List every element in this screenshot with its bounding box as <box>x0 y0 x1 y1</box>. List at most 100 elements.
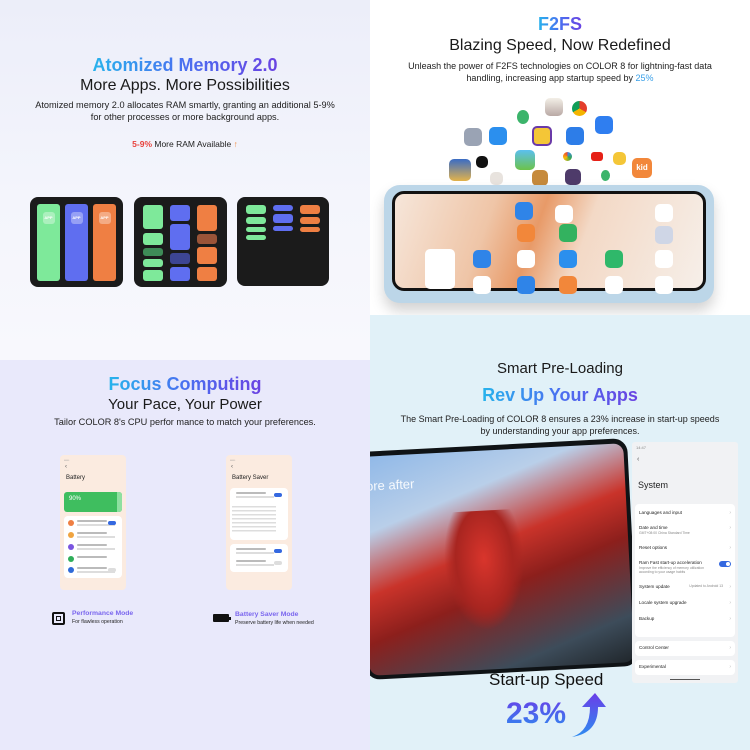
settings-item-locale-upgrade[interactable]: Locale system upgrade › <box>639 600 731 606</box>
app-icon-green-2 <box>601 170 610 181</box>
memory-title: Atomized Memory 2.0 <box>92 55 278 75</box>
memory-block <box>170 253 190 264</box>
f2fs-pct: 25% <box>635 73 654 83</box>
ram-available-note: 5-9% More RAM Available ↑ <box>132 139 238 149</box>
email-icon <box>566 127 584 145</box>
memory-block <box>170 205 190 221</box>
memory-block <box>246 205 266 214</box>
chevron-right-icon: › <box>729 525 731 531</box>
kid-icon: kid <box>632 158 652 178</box>
before-after-overlay: ore after <box>370 476 415 494</box>
arrow-up-icon <box>572 693 606 737</box>
memory-block <box>170 224 190 250</box>
back-icon[interactable]: ‹ <box>637 456 639 463</box>
memory-panel: Atomized Memory 2.0 More Apps. More Poss… <box>0 0 370 360</box>
clock-icon <box>473 276 491 294</box>
settings-item-control-center[interactable]: Control Center › <box>639 645 731 651</box>
f2fs-title: F2FS <box>537 14 582 34</box>
settings-item-languages[interactable]: Languages and input › <box>639 510 731 516</box>
chevron-right-icon: › <box>729 584 731 590</box>
memory-block <box>300 205 320 214</box>
settings-item-backup[interactable]: Backup › <box>639 616 731 622</box>
app-icon: APP <box>98 212 111 224</box>
app-icon-anime-small <box>490 172 503 185</box>
memory-block <box>197 205 217 231</box>
settings-title: System <box>638 480 669 490</box>
chevron-right-icon: › <box>729 616 731 622</box>
toggle[interactable] <box>108 521 116 525</box>
battery-title: Battery <box>66 475 86 481</box>
kid-icon <box>517 224 535 242</box>
app-icon-shield <box>595 116 613 134</box>
toggle[interactable] <box>274 493 282 497</box>
memory-block <box>197 234 217 244</box>
toggle[interactable] <box>274 549 282 553</box>
settings-row[interactable] <box>68 566 118 575</box>
preload-title: Smart Pre-Loading <box>497 360 623 377</box>
app-icon <box>555 205 573 223</box>
phone-game-screen: ore after <box>370 438 639 680</box>
memory-block <box>273 214 293 223</box>
chip-icon <box>52 612 65 625</box>
app-icon-green <box>517 110 529 124</box>
memory-block <box>300 217 320 224</box>
toggle[interactable] <box>274 561 282 565</box>
battery-screen: ••••• ‹ Battery 90% <box>60 455 126 590</box>
focus-title: Focus Computing <box>108 374 262 394</box>
focus-body: Tailor COLOR 8's CPU perfor mance to mat… <box>54 417 316 427</box>
chevron-right-icon: › <box>729 664 731 670</box>
widget <box>425 249 455 289</box>
settings-row[interactable] <box>68 531 118 540</box>
app-icon-game <box>532 126 552 146</box>
settings-item-experimental[interactable]: Experimental › <box>639 664 731 670</box>
memory-block <box>143 259 163 267</box>
app-icon <box>517 250 535 268</box>
settings-row[interactable] <box>68 555 118 564</box>
settings-row[interactable] <box>68 543 118 552</box>
settings-row[interactable] <box>234 547 284 556</box>
app-icon-game-3 <box>565 169 581 185</box>
back-icon[interactable]: ‹ <box>65 464 67 470</box>
weather-icon <box>489 127 507 145</box>
back-icon[interactable]: ‹ <box>231 464 233 470</box>
performance-mode-label: Performance Mode <box>72 610 134 617</box>
preload-panel: Smart Pre-Loading Rev Up Your Apps The S… <box>370 315 750 750</box>
settings-row[interactable] <box>234 491 284 500</box>
phone-icon <box>655 276 673 294</box>
phone-home-screen <box>384 185 714 303</box>
app-icon-yellow <box>613 152 626 165</box>
ram-pct: 5-9% <box>132 139 152 149</box>
ram-fast-toggle[interactable] <box>719 561 731 567</box>
app-icon-game-2 <box>532 170 548 186</box>
settings-item-ram-fast[interactable]: Ram Fast start-up acceleration Improve th… <box>639 560 731 574</box>
app-icon <box>605 276 623 294</box>
memory-block <box>170 267 190 281</box>
memory-block <box>246 235 266 240</box>
f2fs-body: Unleash the power of F2FS technologies o… <box>408 61 712 83</box>
weather-icon <box>559 250 577 268</box>
settings-item-reset[interactable]: Reset options › <box>639 545 731 551</box>
focus-panel: Focus Computing Your Pace, Your Power Ta… <box>0 360 370 750</box>
app-icon <box>559 276 577 294</box>
performance-mode-sub: For flawless operation <box>72 619 123 625</box>
preload-subtitle: Rev Up Your Apps <box>482 385 638 405</box>
toggle[interactable] <box>108 568 116 572</box>
app-icon <box>473 250 491 268</box>
settings-item-system-update[interactable]: System update Updated to Android 13 › <box>639 584 731 590</box>
app-icon-anime <box>545 98 563 116</box>
app-icon <box>515 202 533 220</box>
app-icon: APP <box>70 212 83 224</box>
youtube-icon <box>591 152 603 161</box>
app-icon-castle <box>449 159 471 181</box>
settings-row[interactable] <box>234 559 284 568</box>
memory-block <box>143 270 163 281</box>
app-icon: APP <box>42 212 55 224</box>
memory-block <box>246 227 266 232</box>
memory-block <box>300 227 320 232</box>
focus-subtitle: Your Pace, Your Power <box>108 396 262 413</box>
settings-row[interactable] <box>68 519 118 528</box>
memory-body: Atomized memory 2.0 allocates RAM smartl… <box>35 100 335 122</box>
arrow-up-icon: ↑ <box>233 139 238 149</box>
settings-item-date-time[interactable]: Date and time GMT+08:00 China Standard Ti… <box>639 525 731 535</box>
f2fs-subtitle: Blazing Speed, Now Redefined <box>449 37 671 54</box>
